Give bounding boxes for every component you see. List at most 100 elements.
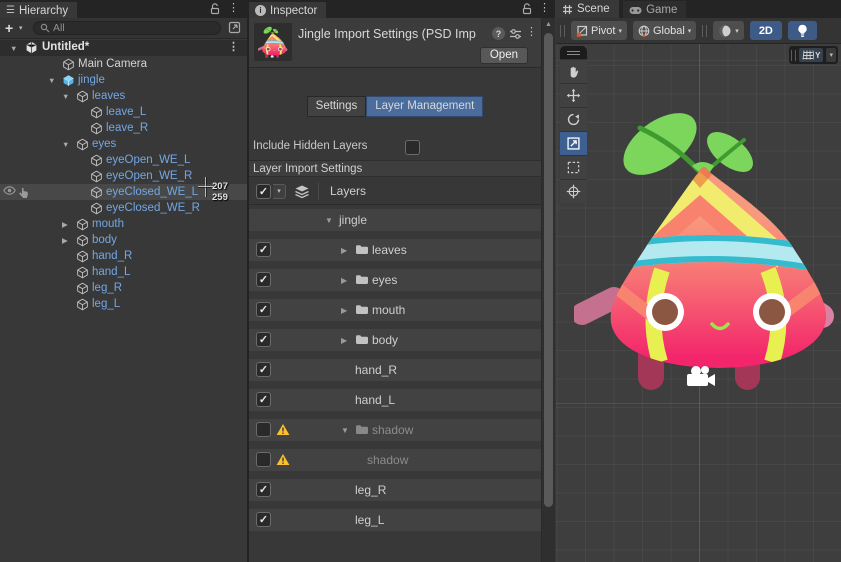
- jingle-character-sprite[interactable]: [574, 108, 840, 398]
- expand-arrow[interactable]: ▶: [341, 306, 347, 315]
- tab-settings[interactable]: Settings: [307, 96, 367, 117]
- visibility-eye-icon[interactable]: [3, 186, 16, 195]
- hierarchy-item-eyeOpen_WE_R[interactable]: eyeOpen_WE_R: [0, 168, 247, 184]
- expand-arrow[interactable]: ▼: [62, 92, 69, 101]
- scrollbar-thumb[interactable]: [544, 33, 553, 507]
- rect-tool-button[interactable]: [560, 155, 587, 179]
- layer-checkbox[interactable]: ✓: [256, 512, 271, 527]
- inspector-scrollbar[interactable]: ▲: [541, 18, 555, 562]
- hierarchy-item-jingle[interactable]: ▼jingle: [0, 72, 247, 88]
- tab-hierarchy[interactable]: ☰ Hierarchy: [0, 2, 77, 20]
- rotate-tool-button[interactable]: [560, 107, 587, 131]
- layer-row-shadow[interactable]: shadow: [249, 445, 541, 475]
- lock-icon[interactable]: [210, 3, 221, 15]
- pivot-dropdown[interactable]: Pivot ▾: [571, 21, 627, 40]
- layer-row-leg_L[interactable]: ✓leg_L: [249, 505, 541, 535]
- 2d-toggle-button[interactable]: 2D: [750, 21, 782, 40]
- hierarchy-menu-icon[interactable]: ⋮: [228, 3, 239, 14]
- layer-row-eyes[interactable]: ✓▶eyes: [249, 265, 541, 295]
- expand-arrow[interactable]: ▶: [341, 246, 347, 255]
- scene-header-row[interactable]: ▼ Untitled* ⋮: [0, 40, 247, 56]
- scene-lighting-button[interactable]: [788, 21, 817, 40]
- layer-checkbox[interactable]: [256, 452, 271, 467]
- hierarchy-item-Main Camera[interactable]: Main Camera: [0, 56, 247, 72]
- scene-viewport[interactable]: Y ▾: [556, 44, 841, 562]
- lock-icon[interactable]: [522, 3, 533, 15]
- layer-row-leaves[interactable]: ✓▶leaves: [249, 235, 541, 265]
- grid-dropdown-icon[interactable]: ▾: [826, 48, 836, 62]
- hierarchy-item-leg_L[interactable]: leg_L: [0, 296, 247, 312]
- transform-tool-button[interactable]: [560, 179, 587, 203]
- hierarchy-item-leaves[interactable]: ▼leaves: [0, 88, 247, 104]
- overlay-grip[interactable]: [791, 50, 796, 61]
- tab-scene[interactable]: Scene: [556, 0, 619, 18]
- hierarchy-item-leave_L[interactable]: leave_L: [0, 104, 247, 120]
- asset-menu-icon[interactable]: ⋮: [526, 27, 537, 38]
- layer-row-hand_L[interactable]: ✓hand_L: [249, 385, 541, 415]
- hierarchy-item-body[interactable]: ▶body: [0, 232, 247, 248]
- create-button[interactable]: +: [5, 20, 13, 36]
- hierarchy-item-hand_R[interactable]: hand_R: [0, 248, 247, 264]
- toolbar-grip[interactable]: [560, 25, 565, 37]
- hierarchy-item-leave_R[interactable]: leave_R: [0, 120, 247, 136]
- window-picker-icon[interactable]: [228, 21, 241, 34]
- open-button[interactable]: Open: [480, 47, 528, 64]
- hierarchy-item-leg_R[interactable]: leg_R: [0, 280, 247, 296]
- select-all-checkbox[interactable]: ✓: [256, 184, 271, 199]
- inspector-menu-icon[interactable]: ⋮: [539, 3, 550, 14]
- expand-arrow[interactable]: ▼: [62, 140, 69, 149]
- help-icon[interactable]: ?: [492, 27, 505, 40]
- layer-label: shadow: [372, 423, 413, 437]
- hierarchy-item-eyes[interactable]: ▼eyes: [0, 136, 247, 152]
- layer-checkbox[interactable]: ✓: [256, 332, 271, 347]
- search-icon: [40, 23, 50, 33]
- layer-checkbox[interactable]: ✓: [256, 302, 271, 317]
- expand-arrow[interactable]: ▼: [325, 216, 333, 225]
- hierarchy-item-mouth[interactable]: ▶mouth: [0, 216, 247, 232]
- select-all-dropdown-icon[interactable]: ▾: [273, 184, 286, 199]
- shading-mode-dropdown[interactable]: ▾: [713, 21, 744, 40]
- layer-checkbox[interactable]: ✓: [256, 482, 271, 497]
- 2d-label: 2D: [759, 25, 773, 37]
- search-input[interactable]: All: [33, 21, 221, 35]
- create-dropdown-icon[interactable]: ▾: [19, 24, 23, 32]
- hierarchy-item-eyeClosed_WE_L[interactable]: eyeClosed_WE_L: [0, 184, 247, 200]
- picking-hand-icon[interactable]: [18, 187, 29, 199]
- layer-row-jingle[interactable]: ▼jingle: [249, 205, 541, 235]
- layer-checkbox[interactable]: [256, 422, 271, 437]
- presets-icon[interactable]: [509, 28, 522, 40]
- move-tool-button[interactable]: [560, 83, 587, 107]
- global-dropdown[interactable]: Global ▾: [633, 21, 696, 40]
- scroll-up-icon[interactable]: ▲: [545, 21, 552, 28]
- layer-checkbox[interactable]: ✓: [256, 272, 271, 287]
- layer-row-hand_R[interactable]: ✓hand_R: [249, 355, 541, 385]
- expand-arrow[interactable]: ▼: [48, 76, 55, 85]
- include-hidden-layers-checkbox[interactable]: [405, 140, 420, 155]
- hand-tool-button[interactable]: [560, 59, 587, 83]
- expand-arrow[interactable]: ▼: [341, 426, 349, 435]
- tools-overlay-handle[interactable]: [560, 46, 587, 59]
- expand-arrow[interactable]: ▶: [341, 336, 347, 345]
- expand-arrow[interactable]: ▶: [341, 276, 347, 285]
- toolbar-grip[interactable]: [702, 25, 707, 37]
- hierarchy-item-hand_L[interactable]: hand_L: [0, 264, 247, 280]
- layer-checkbox[interactable]: ✓: [256, 242, 271, 257]
- expand-arrow[interactable]: ▶: [62, 236, 68, 245]
- layer-row-mouth[interactable]: ✓▶mouth: [249, 295, 541, 325]
- expand-arrow[interactable]: ▶: [62, 220, 68, 229]
- layer-row-leg_R[interactable]: ✓leg_R: [249, 475, 541, 505]
- grid-visibility-button[interactable]: Y: [799, 48, 823, 62]
- tab-game[interactable]: Game: [623, 1, 686, 19]
- layer-row-shadow[interactable]: ▼ shadow: [249, 415, 541, 445]
- tab-inspector[interactable]: i Inspector: [249, 2, 326, 20]
- layer-checkbox[interactable]: ✓: [256, 362, 271, 377]
- tab-layer-management[interactable]: Layer Management: [366, 96, 483, 117]
- hierarchy-item-eyeOpen_WE_L[interactable]: eyeOpen_WE_L: [0, 152, 247, 168]
- tab-label: Game: [646, 4, 677, 16]
- expand-arrow[interactable]: ▼: [10, 44, 17, 53]
- scale-tool-button[interactable]: [560, 131, 587, 155]
- scene-menu-icon[interactable]: ⋮: [228, 42, 239, 53]
- layer-row-body[interactable]: ✓▶body: [249, 325, 541, 355]
- layer-checkbox[interactable]: ✓: [256, 392, 271, 407]
- hierarchy-item-eyeClosed_WE_R[interactable]: eyeClosed_WE_R: [0, 200, 247, 216]
